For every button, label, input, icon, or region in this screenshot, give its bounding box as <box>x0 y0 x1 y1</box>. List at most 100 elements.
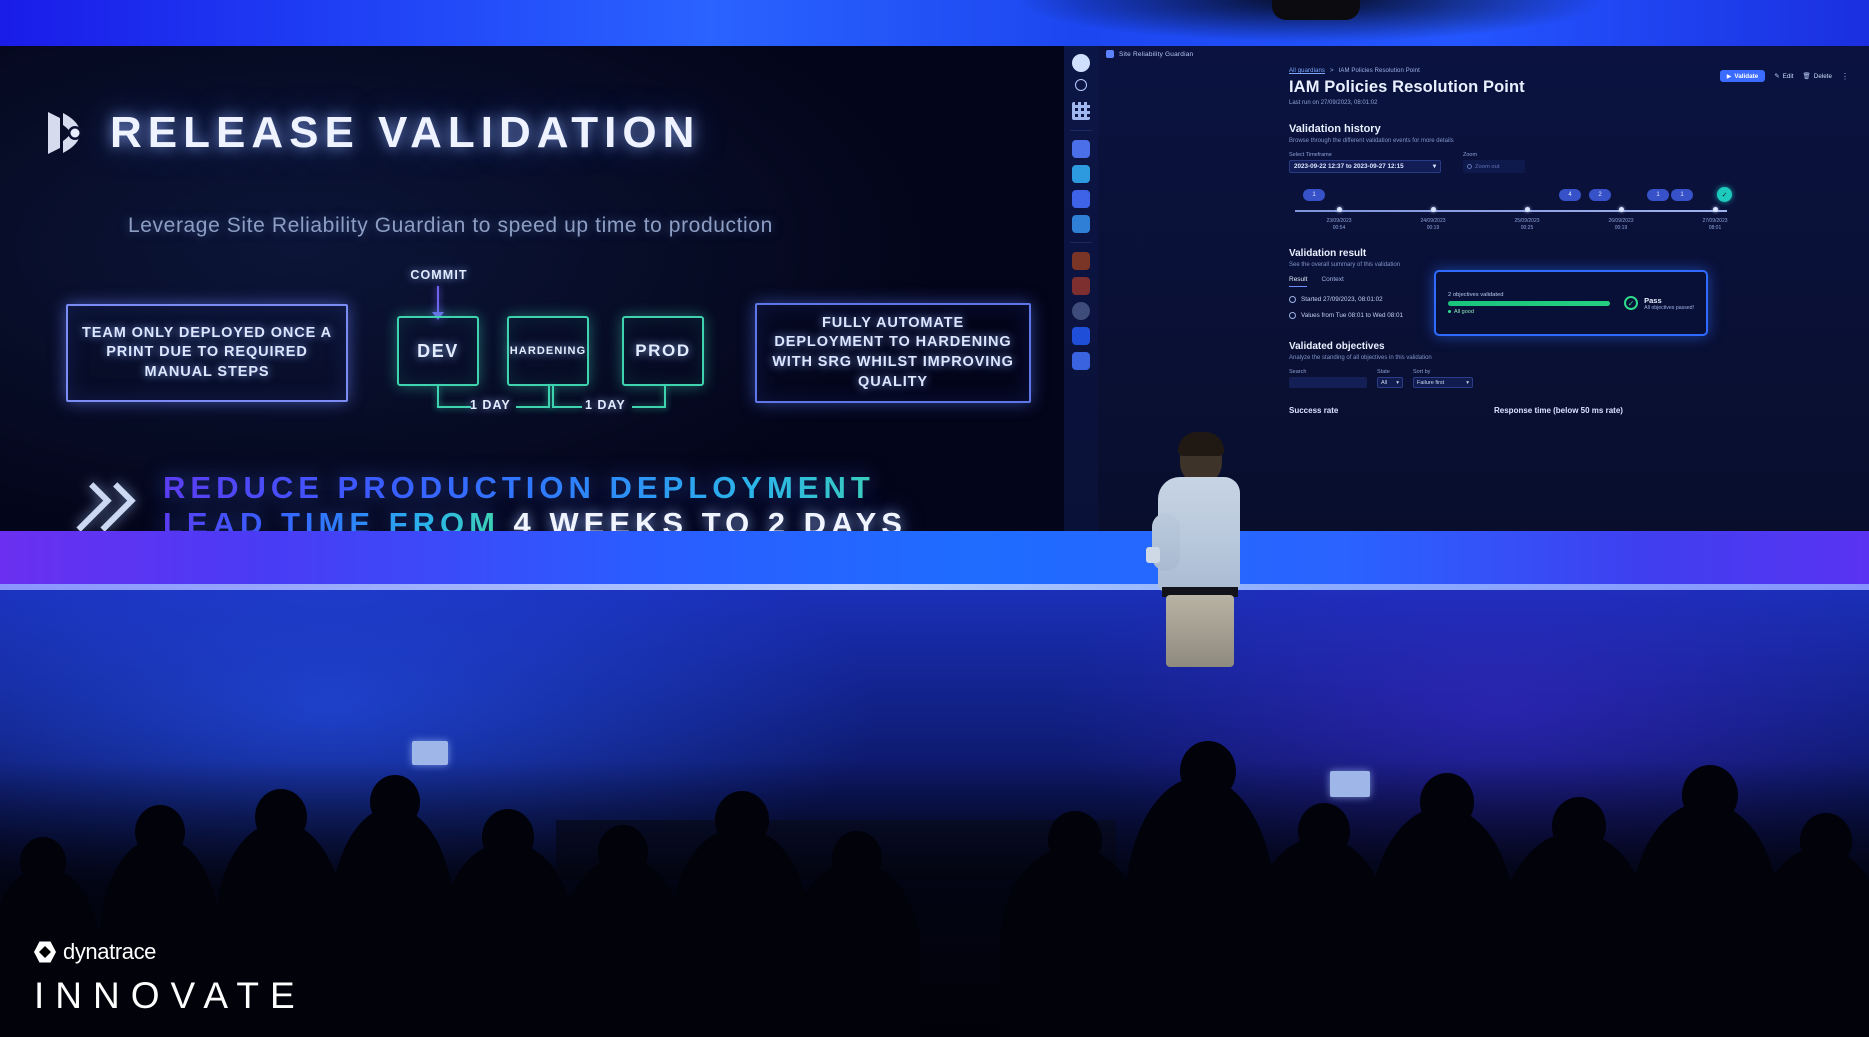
chevron-down-icon: ▾ <box>1432 163 1436 170</box>
chevron-down-icon-sort: ▾ <box>1466 379 1469 386</box>
app-icon-dashboards[interactable] <box>1072 165 1090 183</box>
presenter-trousers <box>1166 595 1234 667</box>
timeframe-value: 2023-09-22 12:37 to 2023-09-27 12:15 <box>1294 163 1404 170</box>
page-title: RELEASE VALIDATION <box>110 108 701 157</box>
stage-box-prod: PROD <box>622 316 704 386</box>
apps-grid-icon[interactable] <box>1072 102 1090 120</box>
timeline-pill-0[interactable]: 1 <box>1303 189 1325 201</box>
commit-arrow-shaft <box>437 286 439 314</box>
timeline-dot-2[interactable] <box>1525 207 1530 212</box>
connector-hardening-right <box>552 406 582 408</box>
timeline-tick-1: 24/09/2023 00:19 <box>1420 218 1445 232</box>
callout-box-after-text: FULLY AUTOMATE DEPLOYMENT TO HARDENING W… <box>772 314 1014 390</box>
timeline-dot-3[interactable] <box>1619 207 1624 212</box>
sort-select[interactable]: Failure first ▾ <box>1413 377 1473 388</box>
timeline-pill-2[interactable]: 2 <box>1589 189 1611 201</box>
validation-result-card: 2 objectives validated All good ✓ Pass A… <box>1434 270 1708 336</box>
slide-title-row: RELEASE VALIDATION <box>46 108 700 158</box>
dynatrace-logo: dynatrace <box>34 939 306 965</box>
app-icon-site-reliability-guardian[interactable] <box>1072 352 1090 370</box>
timeline-tick-4: 27/09/2023 08:01 <box>1702 218 1727 232</box>
state-value: All <box>1381 379 1388 386</box>
timeline-dot-4[interactable] <box>1713 207 1718 212</box>
app-icon-notebooks[interactable] <box>1072 190 1090 208</box>
ceiling-speaker-pod <box>1272 0 1360 20</box>
duration-label-1: 1 DAY <box>470 398 511 412</box>
timeline-tick-3-date: 26/09/2023 <box>1608 218 1634 224</box>
app-icon-workflows[interactable] <box>1072 327 1090 345</box>
search-label: Search <box>1289 369 1307 375</box>
zoom-out-label: Zoom out <box>1475 163 1500 170</box>
sort-value: Failure first <box>1417 379 1445 386</box>
search-input[interactable] <box>1289 377 1367 388</box>
objective-card-response-time[interactable]: Response time (below 50 ms rate) <box>1494 406 1669 416</box>
timeframe-select[interactable]: 2023-09-22 12:37 to 2023-09-27 12:15 ▾ <box>1289 160 1441 173</box>
timeline-pill-1[interactable]: 4 <box>1559 189 1581 201</box>
innovate-wordmark: INNOVATE <box>34 975 306 1016</box>
pass-text-group: Pass All objectives passed! <box>1644 296 1694 311</box>
app-left-rail <box>1064 46 1098 531</box>
validated-objectives-description: Analyze the standing of all objectives i… <box>1289 355 1432 361</box>
breadcrumb-separator: > <box>1330 68 1334 74</box>
check-circle-icon: ✓ <box>1624 296 1639 310</box>
app-icon-settings[interactable] <box>1072 215 1090 233</box>
rail-divider-2 <box>1070 242 1092 243</box>
ceiling-shadow <box>0 0 1869 46</box>
timeline-pill-3[interactable]: 1 <box>1647 189 1669 201</box>
timeline-dot-1[interactable] <box>1431 207 1436 212</box>
search-icon[interactable] <box>1075 79 1087 91</box>
timeline-dot-0[interactable] <box>1337 207 1342 212</box>
timeline-tick-0-time: 00:54 <box>1332 224 1346 231</box>
timeline-tick-2-date: 25/09/2023 <box>1514 218 1540 224</box>
stage-box-dev: DEV <box>397 316 479 386</box>
objective-card-success-rate[interactable]: Success rate <box>1289 406 1464 416</box>
stage-box-prod-label: PROD <box>635 341 691 360</box>
connector-dev-right <box>437 406 471 408</box>
values-from-value: Values from Tue 08:01 to Wed 08:01 <box>1301 312 1403 319</box>
dynatrace-wordmark: dynatrace <box>63 939 157 964</box>
connector-hardening-up <box>548 386 550 408</box>
timeline-tick-2-time: 00:25 <box>1520 224 1534 231</box>
srg-app-icon <box>1106 50 1114 58</box>
home-icon[interactable] <box>1072 54 1090 72</box>
callout-box-after: FULLY AUTOMATE DEPLOYMENT TO HARDENING W… <box>755 303 1031 403</box>
presenter <box>1142 432 1252 667</box>
pass-status: ✓ Pass All objectives passed! <box>1624 296 1694 311</box>
connector-hardening-down <box>552 386 554 408</box>
app-icon-automation[interactable] <box>1072 302 1090 320</box>
timeline-tick-0: 23/09/2023 00:54 <box>1326 218 1351 232</box>
app-icon-logs[interactable] <box>1072 277 1090 295</box>
tab-context[interactable]: Context <box>1321 276 1343 287</box>
objectives-filters: Search State All ▾ Sort by Failure first… <box>1289 369 1869 388</box>
double-chevron-icon <box>62 478 136 531</box>
zoom-out-button[interactable]: Zoom out <box>1463 160 1525 173</box>
callout-box-before: TEAM ONLY DEPLOYED ONCE A PRINT DUE TO R… <box>66 304 348 402</box>
timeline-tick-1-date: 24/09/2023 <box>1420 218 1446 224</box>
headline-line-1: REDUCE PRODUCTION DEPLOYMENT <box>163 470 907 506</box>
all-good-label: All good <box>1454 308 1474 315</box>
status-badge: Pass <box>1644 295 1662 305</box>
objective-cards: Success rate Response time (below 50 ms … <box>1289 406 1869 416</box>
zoom-field: Zoom Zoom out <box>1463 152 1525 173</box>
objectives-progress: 2 objectives validated All good <box>1448 292 1611 315</box>
state-select[interactable]: All ▾ <box>1377 377 1403 388</box>
dynatrace-brandmark-icon <box>46 108 92 158</box>
breadcrumb-current: IAM Policies Resolution Point <box>1338 68 1420 74</box>
check-icon: ✓ <box>1721 191 1728 199</box>
timeline-current-marker[interactable]: ✓ <box>1717 187 1732 202</box>
validation-result-heading: Validation result <box>1289 248 1367 259</box>
connector-dev-down <box>437 386 439 408</box>
breadcrumb-root-link[interactable]: All guardians <box>1289 68 1325 74</box>
timeline-pill-4[interactable]: 1 <box>1671 189 1693 201</box>
objective-card-success-rate-title: Success rate <box>1289 406 1339 415</box>
connector-prod-left <box>632 406 666 408</box>
connector-hardening-left <box>516 406 550 408</box>
tab-result[interactable]: Result <box>1289 276 1308 287</box>
history-controls: Select Timeframe 2023-09-22 12:37 to 202… <box>1289 152 1869 173</box>
dynatrace-logo-icon <box>34 941 56 963</box>
app-icon-kubernetes[interactable] <box>1072 252 1090 270</box>
app-icon-data[interactable] <box>1072 140 1090 158</box>
clock-icon <box>1289 296 1296 303</box>
objective-card-response-time-title: Response time (below 50 ms rate) <box>1494 406 1623 415</box>
search-field: Search <box>1289 369 1367 388</box>
